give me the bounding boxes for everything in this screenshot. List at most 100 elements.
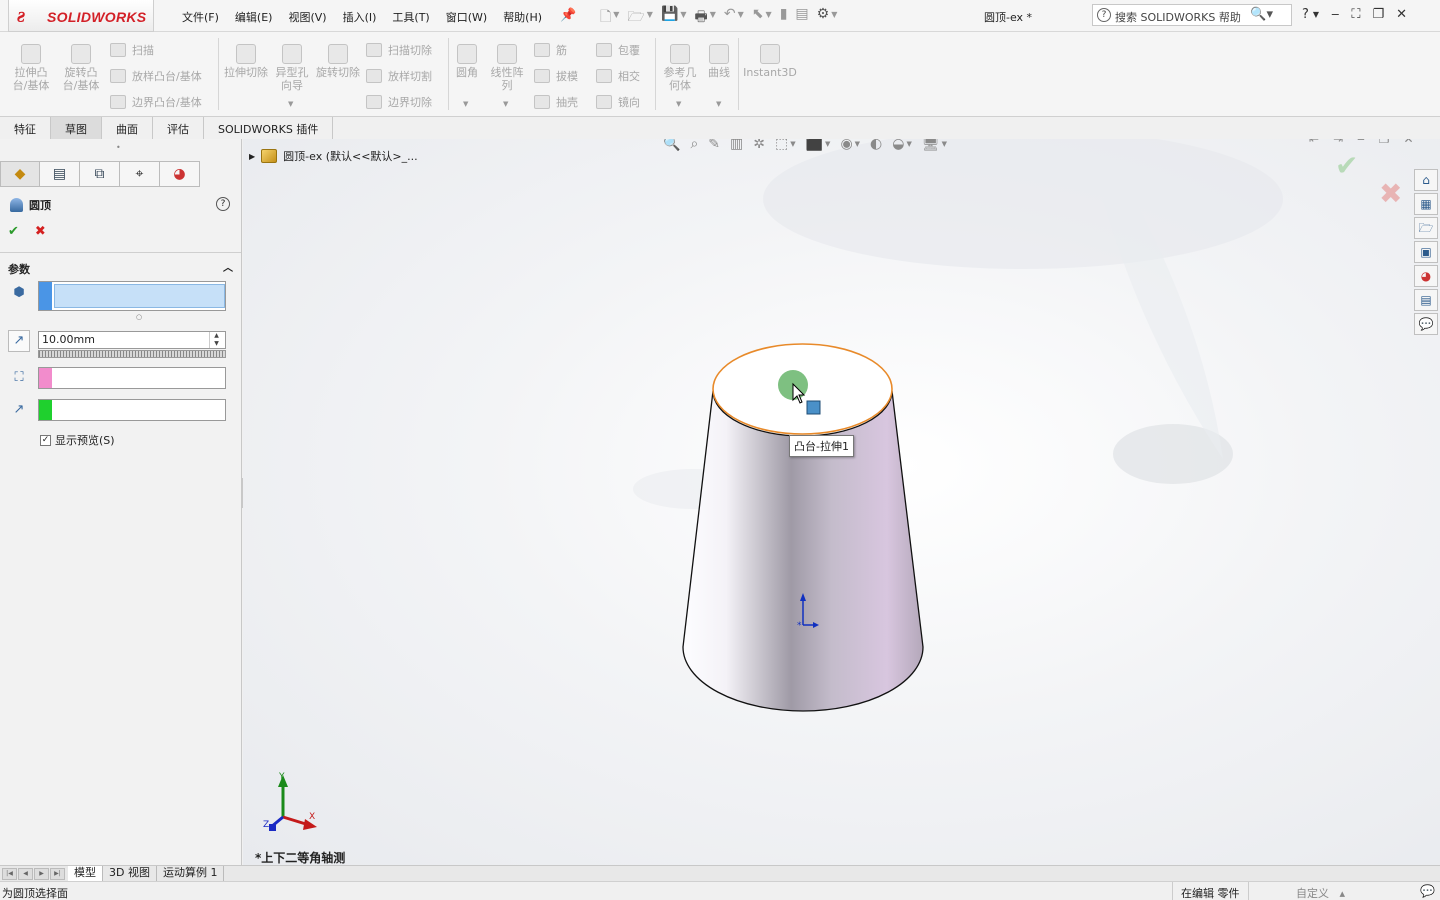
menu-tools[interactable]: 工具(T)	[392, 9, 429, 25]
direction-box[interactable]	[38, 399, 226, 421]
graphics-area[interactable]: ▶ 圆顶-ex (默认<<默认>_... 🔍 ⌕ ✎ ▥ ✲ ⬚ ▼ ⬛ ▼ ◉ ▼ …	[243, 139, 1440, 866]
tab-sketch[interactable]: 草图	[51, 117, 102, 139]
distance-spinner[interactable]: ▲ ▼	[209, 332, 223, 348]
restore-icon[interactable]: ❐	[1372, 7, 1384, 22]
zoom-to-area-icon[interactable]: ⌕	[690, 139, 698, 152]
solidworks-logo[interactable]: ƨ SOLIDWORKS	[8, 0, 154, 32]
menu-view[interactable]: 视图(V)	[288, 9, 326, 25]
viewport-minimize-icon[interactable]: ‒	[1357, 139, 1365, 146]
fillet-button[interactable]: 圆角	[452, 44, 482, 79]
save-dropdown-icon[interactable]: ▼	[680, 6, 686, 30]
instant3d-button[interactable]: Instant3D	[743, 44, 797, 79]
solidworks-resources-icon[interactable]: ⌂	[1414, 169, 1438, 191]
tab-features[interactable]: 特征	[0, 117, 51, 139]
ok-button[interactable]: ✔	[8, 224, 19, 239]
menu-insert[interactable]: 插入(I)	[343, 9, 377, 25]
loft-boss-button[interactable]: 放样凸台/基体	[110, 68, 202, 84]
options-gear-icon[interactable]: ⚙	[817, 6, 830, 30]
configurationmanager-tab-icon[interactable]: ⧉	[80, 161, 120, 187]
viewport-next-icon[interactable]: ⇥	[1333, 139, 1343, 146]
distance-input[interactable]: 10.00mm	[38, 331, 226, 349]
print-dropdown-icon[interactable]: ▼	[710, 6, 716, 30]
extrude-cut-button[interactable]: 拉伸切除	[224, 44, 268, 79]
extrude-boss-button[interactable]: 拉伸凸台/基体	[10, 44, 52, 92]
viewport-prev-icon[interactable]: ⇤	[1309, 139, 1319, 146]
next-tab-icon[interactable]: ▶	[34, 868, 49, 880]
hole-wizard-dropdown-icon[interactable]: ▼	[288, 100, 293, 108]
panel-splitter-icon[interactable]: •	[116, 143, 121, 152]
search-help-field[interactable]: ? 搜索 SOLIDWORKS 帮助 🔍▾	[1092, 4, 1292, 26]
distance-thumbwheel[interactable]	[38, 350, 226, 358]
part-model[interactable]: *	[663, 329, 1063, 749]
view-orientation-dropdown-icon[interactable]: ▼	[790, 140, 795, 148]
dynamic-annotation-icon[interactable]: ✲	[753, 139, 765, 152]
tab-surfaces[interactable]: 曲面	[102, 117, 153, 139]
rib-button[interactable]: 筋	[534, 42, 567, 58]
sweep-cut-button[interactable]: 扫描切除	[366, 42, 432, 58]
confirmation-cancel-icon[interactable]: ✖	[1379, 177, 1402, 210]
intersect-button[interactable]: 相交	[596, 68, 640, 84]
reference-triad[interactable]: Y X Z	[263, 769, 343, 839]
hide-show-items-icon[interactable]: ◉	[840, 139, 852, 152]
expand-arrow-icon[interactable]: ▶	[249, 152, 255, 161]
list-resize-handle-icon[interactable]: ○	[136, 313, 142, 321]
tab-evaluate[interactable]: 评估	[153, 117, 204, 139]
edit-appearance-icon[interactable]: ◐	[870, 139, 882, 152]
view-settings-icon[interactable]: 🖥	[922, 139, 940, 152]
tab-3d-views[interactable]: 3D 视图	[103, 866, 157, 881]
linear-pattern-button[interactable]: 线性阵列	[486, 44, 528, 92]
confirmation-ok-icon[interactable]: ✔	[1335, 149, 1358, 182]
print-icon[interactable]: 🖶	[695, 6, 708, 30]
tooltips-icon[interactable]: 💬	[1420, 884, 1435, 898]
hole-wizard-button[interactable]: 异型孔向导	[272, 44, 312, 92]
propertymanager-tab-icon[interactable]: ▤	[40, 161, 80, 187]
wrap-button[interactable]: 包覆	[596, 42, 640, 58]
boundary-boss-button[interactable]: 边界凸台/基体	[110, 94, 202, 110]
rebuild-icon[interactable]: ▮	[780, 6, 788, 30]
view-settings-dropdown-icon[interactable]: ▼	[942, 140, 947, 148]
viewport-close-icon[interactable]: ✕	[1404, 139, 1414, 146]
boundary-cut-button[interactable]: 边界切除	[366, 94, 432, 110]
minimize-icon[interactable]: ‒	[1331, 7, 1339, 22]
select-icon[interactable]: ⬉	[752, 6, 764, 30]
constraint-point-box[interactable]	[38, 367, 226, 389]
help-dropdown-icon[interactable]: ▼	[1313, 7, 1319, 22]
hide-show-dropdown-icon[interactable]: ▼	[855, 140, 860, 148]
new-document-icon[interactable]: 🗋	[600, 6, 611, 30]
file-explorer-icon[interactable]: 🗁	[1414, 217, 1438, 239]
first-tab-icon[interactable]: |◀	[2, 868, 17, 880]
loft-cut-button[interactable]: 放样切割	[366, 68, 432, 84]
collapse-chevron-icon[interactable]: ︿	[223, 259, 233, 274]
prev-tab-icon[interactable]: ◀	[18, 868, 33, 880]
checkbox-check-icon[interactable]: ✓	[40, 434, 51, 446]
help-dropdown[interactable]: ?	[1302, 7, 1309, 22]
section-view-icon[interactable]: ▥	[730, 139, 743, 152]
pin-menu-icon[interactable]: 📌	[560, 8, 576, 23]
help-icon[interactable]: ?	[216, 197, 230, 211]
menu-edit[interactable]: 编辑(E)	[235, 9, 273, 25]
viewport-restore-icon[interactable]: ❐	[1379, 139, 1390, 146]
featuremanager-tab-icon[interactable]: ◆	[0, 161, 40, 187]
zoom-to-fit-icon[interactable]: 🔍	[663, 139, 680, 152]
open-dropdown-icon[interactable]: ▼	[647, 6, 653, 30]
undo-dropdown-icon[interactable]: ▼	[738, 6, 744, 30]
revolve-boss-button[interactable]: 旋转凸台/基体	[60, 44, 102, 92]
draft-button[interactable]: 拔模	[534, 68, 578, 84]
appearances-icon[interactable]: ◕	[1414, 265, 1438, 287]
close-icon[interactable]: ✕	[1396, 7, 1407, 22]
display-manager-tab-icon[interactable]: ◕	[160, 161, 200, 187]
display-style-icon[interactable]: ⬛	[806, 139, 823, 152]
ref-geometry-dropdown-icon[interactable]: ▼	[676, 100, 681, 108]
undo-icon[interactable]: ↶	[724, 6, 736, 30]
tab-model[interactable]: 模型	[68, 866, 103, 881]
forum-icon[interactable]: 💬	[1414, 313, 1438, 335]
faces-selection-box[interactable]	[38, 281, 226, 311]
feature-tree-flyout[interactable]: ▶ 圆顶-ex (默认<<默认>_...	[249, 148, 418, 164]
sweep-button[interactable]: 扫描	[110, 42, 154, 58]
faces-selection-list[interactable]	[54, 284, 225, 308]
feature-tree-root-label[interactable]: 圆顶-ex (默认<<默认>_...	[283, 148, 417, 164]
curves-dropdown-icon[interactable]: ▼	[716, 100, 721, 108]
menu-file[interactable]: 文件(F)	[182, 9, 219, 25]
display-style-dropdown-icon[interactable]: ▼	[825, 140, 830, 148]
tab-motion-study[interactable]: 运动算例 1	[157, 866, 225, 881]
